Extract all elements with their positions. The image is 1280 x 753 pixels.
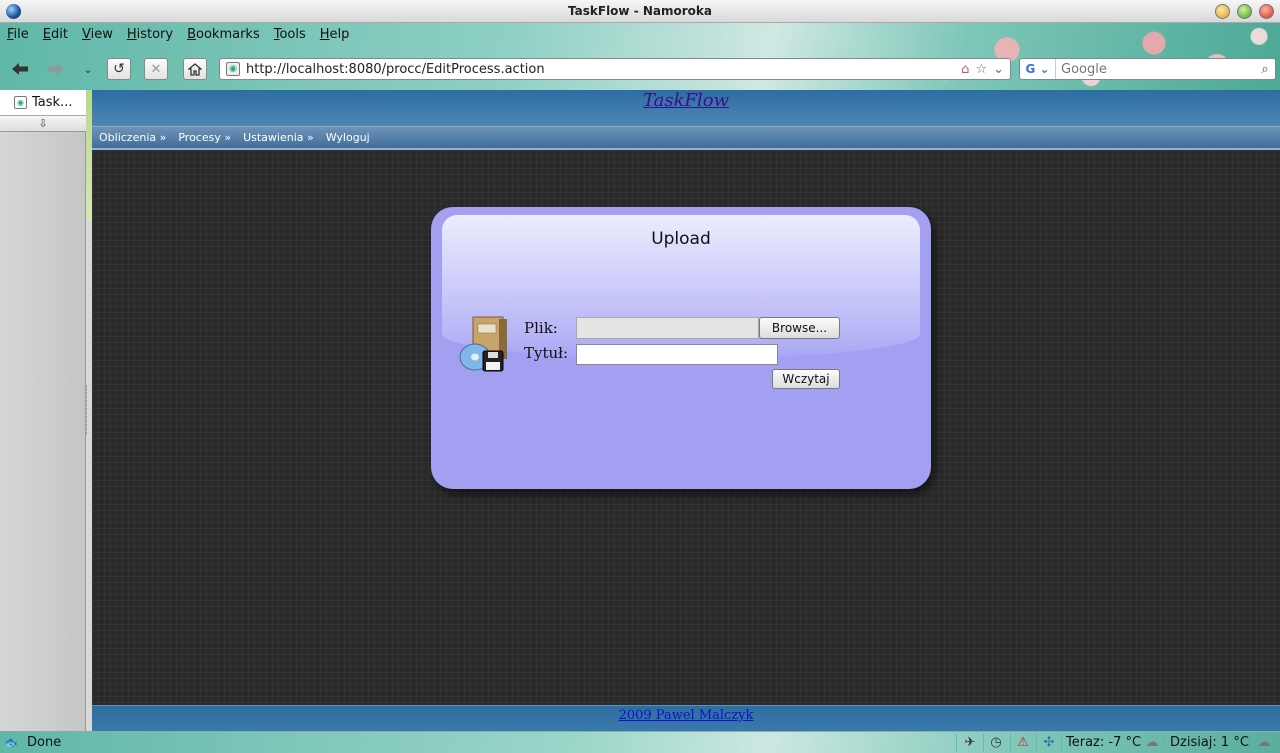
download-icon: ⇩ <box>38 117 48 130</box>
title-input[interactable] <box>576 344 778 365</box>
upload-title: Upload <box>651 229 711 249</box>
vertical-tab-sidebar: ◉ Task... ⇩ <box>0 90 92 731</box>
site-title-link[interactable]: TaskFlow <box>92 90 1280 111</box>
forward-button[interactable] <box>44 58 68 80</box>
submit-button[interactable]: Wczytaj <box>772 369 840 389</box>
home-icon <box>188 62 202 76</box>
menu-history[interactable]: History <box>120 24 180 46</box>
history-dropdown[interactable]: ⌄ <box>78 58 98 80</box>
menu-edit[interactable]: Edit <box>36 24 75 46</box>
menu-help[interactable]: Help <box>313 24 357 46</box>
close-icon[interactable] <box>1259 4 1274 19</box>
reload-icon: ↺ <box>113 61 125 77</box>
page-identity-icon[interactable]: ◉ <box>226 62 240 76</box>
search-bar[interactable]: G ⌄ ⌕ <box>1019 58 1276 80</box>
window-title: TaskFlow - Namoroka <box>568 4 712 18</box>
cloud-icon: ☁ <box>1257 735 1271 750</box>
menu-file[interactable]: File <box>0 24 36 46</box>
back-button[interactable] <box>8 58 32 80</box>
browse-button[interactable]: Browse... <box>759 317 840 339</box>
chevron-down-icon: ⌄ <box>83 62 93 76</box>
google-engine-icon[interactable]: G ⌄ <box>1020 59 1056 79</box>
arrow-right-icon <box>48 63 64 75</box>
tab-toolbar-button[interactable]: ⇩ <box>0 116 86 132</box>
search-input[interactable] <box>1056 61 1255 77</box>
page-favicon-icon: ◉ <box>14 96 27 109</box>
nav-link-3[interactable]: Wyloguj <box>326 131 370 144</box>
fish-icon: 🐟 <box>4 736 18 749</box>
minimize-icon[interactable] <box>1215 4 1230 19</box>
maximize-icon[interactable] <box>1237 4 1252 19</box>
nav-link-1[interactable]: Procesy » <box>178 131 231 144</box>
network-icon[interactable]: ✣ <box>1041 735 1057 751</box>
stop-button[interactable]: ✕ <box>144 58 168 80</box>
arrow-left-icon <box>12 63 28 75</box>
upload-panel: Upload Plik: Browse... Tytuł: Wczytaj <box>431 207 931 489</box>
url-dropdown-icon[interactable]: ⌄ <box>993 62 1004 77</box>
star-icon[interactable]: ☆ <box>975 62 987 77</box>
stop-icon: ✕ <box>150 61 162 77</box>
tools-icon[interactable]: ✈ <box>962 735 978 751</box>
warning-icon[interactable]: ⚠ <box>1015 735 1031 751</box>
reload-button[interactable]: ↺ <box>107 58 131 80</box>
clock-icon[interactable]: ◷ <box>988 735 1004 751</box>
menu-tools[interactable]: Tools <box>267 24 313 46</box>
weather-today-text[interactable]: Dzisiaj: 1 °C <box>1170 735 1249 750</box>
site-header: TaskFlow <box>92 90 1280 126</box>
site-nav: Obliczenia » Procesy » Ustawienia » Wyloguj <box>92 126 1280 150</box>
weather-now-text[interactable]: Teraz: -7 °C <box>1066 735 1141 750</box>
menubar: File Edit View History Bookmarks Tools Help <box>0 24 356 46</box>
menu-view[interactable]: View <box>75 24 120 46</box>
file-label: Plik: <box>524 319 558 337</box>
address-bar[interactable]: ◉ http://localhost:8080/procc/EditProces… <box>219 58 1011 80</box>
title-label: Tytuł: <box>524 344 569 362</box>
nav-link-2[interactable]: Ustawienia » <box>243 131 314 144</box>
site-footer: 2009 Pawel Malczyk <box>92 705 1280 731</box>
menu-bookmarks[interactable]: Bookmarks <box>180 24 267 46</box>
file-path-field[interactable] <box>576 317 759 339</box>
page-content: TaskFlow Obliczenia » Procesy » Ustawienia… <box>92 90 1280 731</box>
url-text[interactable]: http://localhost:8080/procc/EditProcess.… <box>246 62 961 77</box>
tab-taskflow[interactable]: ◉ Task... <box>0 90 86 116</box>
window-titlebar: TaskFlow - Namoroka <box>0 0 1280 23</box>
tab-label: Task... <box>32 95 73 110</box>
home-bookmark-icon[interactable]: ⌂ <box>961 62 969 77</box>
upload-package-icon <box>459 316 507 372</box>
footer-link[interactable]: 2009 Pawel Malczyk <box>92 708 1280 723</box>
cloud-icon: ☁ <box>1145 735 1159 750</box>
home-button[interactable] <box>183 58 207 80</box>
status-text: Done <box>27 735 62 750</box>
search-icon[interactable]: ⌕ <box>1255 62 1275 77</box>
statusbar: 🐟 Done ✈ ◷ ⚠ ✣ Teraz: -7 °C ☁ Dzisiaj: 1… <box>0 731 1280 753</box>
nav-link-0[interactable]: Obliczenia » <box>99 131 166 144</box>
